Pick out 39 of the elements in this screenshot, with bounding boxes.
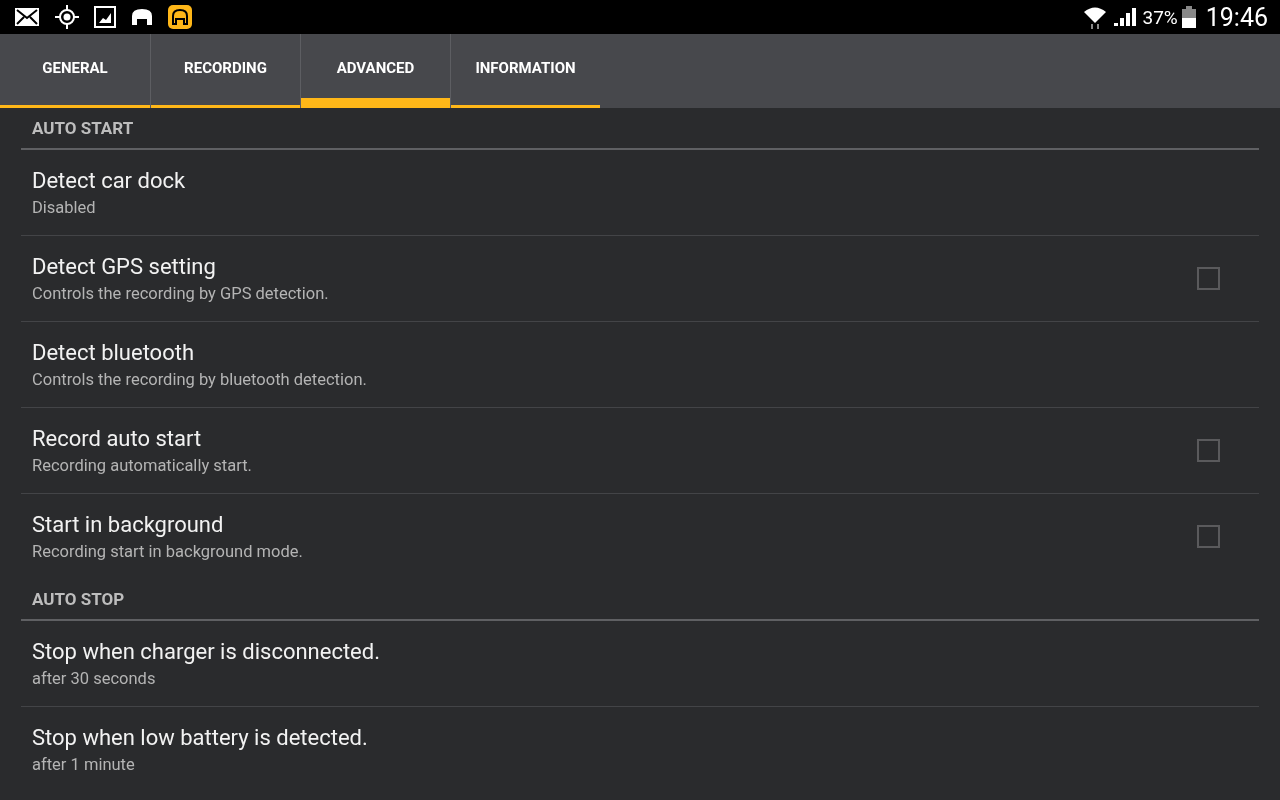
car-icon <box>168 5 192 29</box>
setting-summary: Controls the recording by GPS detection. <box>32 284 329 303</box>
image-icon <box>94 6 116 28</box>
battery-percentage: 37% <box>1142 5 1178 29</box>
setting-title: Stop when charger is disconnected. <box>32 639 380 664</box>
tab[interactable]: GENERAL <box>0 34 150 108</box>
setting-row[interactable]: Detect GPS setting Controls the recording by GPS detection. <box>21 236 1259 322</box>
tab[interactable]: ADVANCED <box>300 34 450 108</box>
section-header: AUTO START <box>21 108 1259 150</box>
setting-summary: Recording automatically start. <box>32 456 252 475</box>
car-icon <box>130 7 154 27</box>
setting-summary: after 30 seconds <box>32 669 157 688</box>
setting-row[interactable]: Stop when charger is disconnected. after 30 seconds <box>21 621 1259 707</box>
setting-title: Start in background <box>32 512 225 537</box>
setting-row[interactable]: Start in background Recording start in background mode. <box>21 494 1259 579</box>
signal-icon <box>1112 6 1139 28</box>
setting-row[interactable]: Stop when low battery is detected. after 1 minute <box>21 707 1259 792</box>
setting-title: Detect car dock <box>32 168 186 193</box>
location-icon <box>54 4 80 30</box>
checkbox[interactable] <box>1197 439 1220 462</box>
setting-summary: after 1 minute <box>32 755 136 774</box>
tab[interactable]: RECORDING <box>150 34 300 108</box>
mail-icon <box>14 7 40 27</box>
setting-row[interactable]: Record auto start Recording automatically start. <box>21 408 1259 494</box>
checkbox[interactable] <box>1197 525 1220 548</box>
setting-title: Detect GPS setting <box>32 254 217 279</box>
setting-row[interactable]: Detect bluetooth Controls the recording by bluetooth detection. <box>21 322 1259 408</box>
clock-time: 19:46 <box>1205 2 1268 32</box>
setting-summary: Disabled <box>32 198 97 217</box>
checkbox[interactable] <box>1197 267 1220 290</box>
setting-row[interactable]: Detect car dock Disabled <box>21 150 1259 236</box>
section-header: AUTO STOP <box>21 579 1259 621</box>
battery-icon <box>1181 6 1196 28</box>
setting-title: Detect bluetooth <box>32 340 196 365</box>
setting-summary: Controls the recording by bluetooth detection. <box>32 370 367 389</box>
setting-title: Record auto start <box>32 426 203 451</box>
tab[interactable]: INFORMATION <box>450 34 600 108</box>
setting-title: Stop when low battery is detected. <box>32 725 368 750</box>
setting-summary: Recording start in background mode. <box>32 542 303 561</box>
